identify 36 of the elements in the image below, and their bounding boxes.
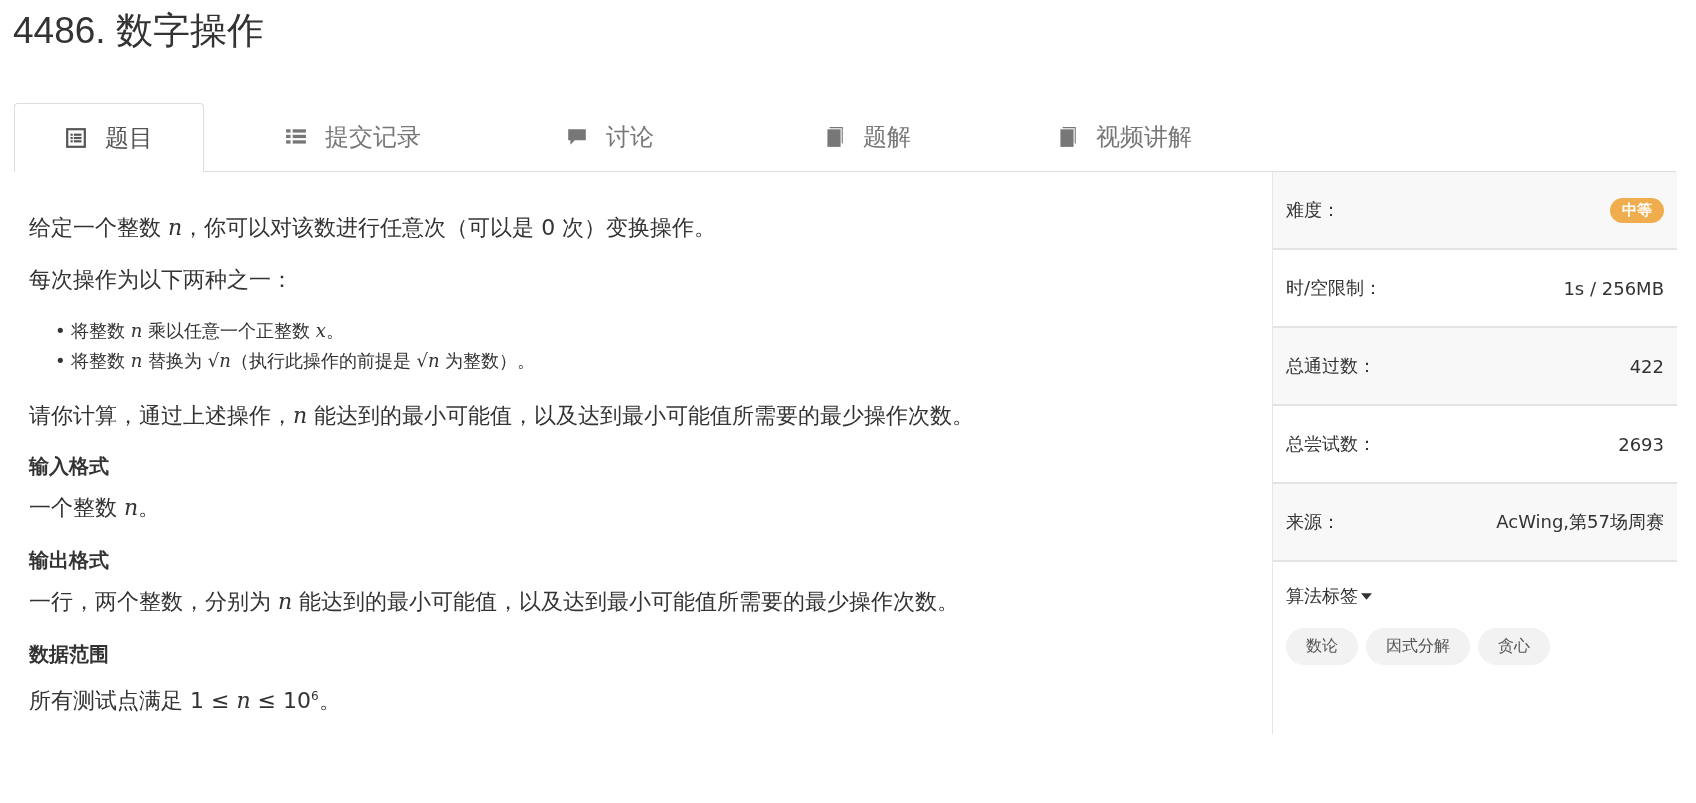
- paragraph: 给定一个整数 n，你可以对该数进行任意次（可以是 0 次）变换操作。: [29, 214, 718, 242]
- list-item: 将整数 n 乘以任意一个正整数 x。: [71, 319, 344, 343]
- paragraph: 每次操作为以下两种之一：: [29, 266, 294, 294]
- bullet: •: [55, 349, 67, 373]
- paragraph: 一个整数 n。: [29, 494, 162, 522]
- tab[interactable]: 题解: [738, 103, 995, 171]
- tab[interactable]: 视频讲解: [995, 103, 1252, 171]
- info-value: 2693: [1618, 433, 1664, 455]
- tag[interactable]: 贪心: [1478, 628, 1550, 665]
- tags-toggle[interactable]: 算法标签: [1286, 584, 1372, 608]
- info-value: 1s / 256MB: [1563, 277, 1664, 299]
- info-value: AcWing,第57场周赛: [1496, 510, 1664, 534]
- tag[interactable]: 数论: [1286, 628, 1358, 665]
- tab[interactable]: 题目: [14, 103, 204, 172]
- section-heading: 输出格式: [29, 547, 110, 574]
- document-icon: [65, 126, 87, 149]
- difficulty-badge: 中等: [1610, 197, 1664, 223]
- info-value: 422: [1629, 355, 1664, 377]
- paragraph: 一行，两个整数，分别为 n 能达到的最小可能值，以及达到最小可能值所需要的最少操作次数。: [29, 588, 961, 616]
- list-item: 将整数 n 替换为 √n（执行此操作的前提是 √n 为整数）。: [71, 349, 536, 373]
- tab[interactable]: 讨论: [481, 103, 738, 171]
- section-heading: 数据范围: [29, 641, 110, 668]
- problem-title: 4486. 数字操作: [12, 9, 265, 53]
- paragraph: 请你计算，通过上述操作，n 能达到的最小可能值，以及达到最小可能值所需要的最少操作次数。: [29, 402, 976, 430]
- caret-icon: [1361, 592, 1372, 600]
- info-label: 来源：: [1286, 510, 1340, 534]
- info-label: 时/空限制：: [1286, 276, 1383, 300]
- info-label: 总尝试数：: [1286, 432, 1376, 456]
- speech-bubble-icon: [565, 126, 588, 148]
- paragraph: 所有测试点满足 1 ≤ n ≤ 10$^{6}$。: [29, 687, 342, 712]
- section-heading: 输入格式: [29, 453, 110, 480]
- tag[interactable]: 因式分解: [1366, 628, 1470, 665]
- info-label: 难度：: [1286, 198, 1340, 222]
- tab[interactable]: 提交记录: [224, 103, 481, 171]
- info-label: 总通过数：: [1286, 354, 1376, 378]
- bullet: •: [55, 319, 67, 343]
